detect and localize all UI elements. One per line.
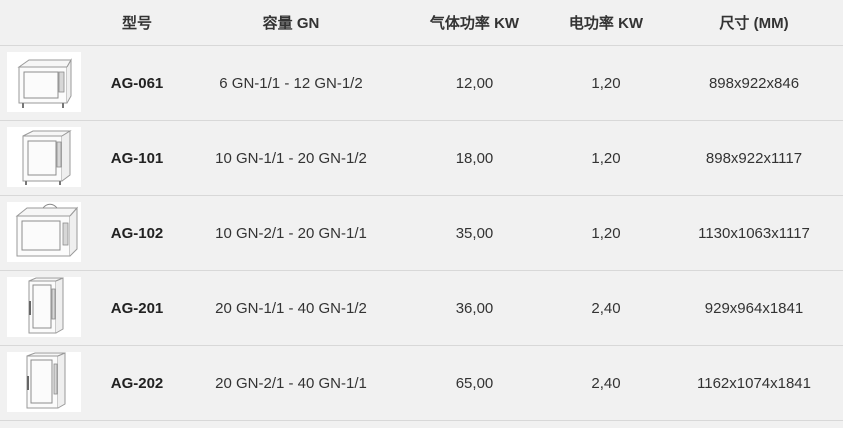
- table-row: AG-202 20 GN-2/1 - 40 GN-1/1 65,00 2,40 …: [0, 346, 843, 421]
- table-row: AG-201 20 GN-1/1 - 40 GN-1/2 36,00 2,40 …: [0, 271, 843, 346]
- model-cell: AG-202: [110, 374, 164, 392]
- image-column-header: [0, 0, 94, 45]
- dimensions-cell: 898x922x1117: [705, 149, 803, 167]
- electric-power-cell: 2,40: [591, 374, 621, 392]
- model-header: 型号: [121, 15, 152, 32]
- oven-icon: [26, 352, 66, 409]
- dimensions-cell: 1130x1063x1117: [698, 224, 810, 242]
- table-header: 型号 容量 GN 气体功率 KW 电功率 KW 尺寸 (MM): [0, 0, 843, 46]
- electric-power-cell: 1,20: [591, 149, 621, 167]
- dimensions-header: 尺寸 (MM): [719, 15, 789, 32]
- dimensions-cell: 929x964x1841: [704, 299, 804, 317]
- capacity-header: 容量 GN: [262, 15, 320, 32]
- oven-thumbnail: [7, 352, 81, 412]
- oven-thumbnail: [7, 277, 81, 337]
- electric-power-cell: 1,20: [591, 224, 621, 242]
- product-image-cell: [0, 46, 94, 120]
- table-row: AG-102 10 GN-2/1 - 20 GN-1/1 35,00 1,20 …: [0, 196, 843, 271]
- dimensions-cell: 1162x1074x1841: [697, 374, 811, 392]
- oven-thumbnail: [7, 202, 81, 262]
- table-row: AG-061 6 GN-1/1 - 12 GN-1/2 12,00 1,20 8…: [0, 46, 843, 121]
- gas-power-cell: 36,00: [455, 299, 494, 317]
- oven-icon: [22, 130, 72, 185]
- product-image-cell: [0, 346, 94, 420]
- gas-power-header: 气体功率 KW: [429, 15, 520, 32]
- product-image-cell: [0, 271, 94, 345]
- capacity-cell: 10 GN-1/1 - 20 GN-1/2: [215, 149, 367, 167]
- oven-icon: [28, 277, 64, 334]
- dimensions-cell: 898x922x846: [708, 74, 800, 92]
- electric-power-cell: 1,20: [591, 74, 621, 92]
- gas-power-cell: 18,00: [455, 149, 494, 167]
- oven-icon: [17, 58, 72, 108]
- oven-thumbnail: [7, 52, 81, 112]
- product-image-cell: [0, 196, 94, 270]
- gas-power-cell: 12,00: [455, 74, 494, 92]
- capacity-cell: 10 GN-2/1 - 20 GN-1/1: [215, 224, 367, 242]
- gas-power-cell: 65,00: [455, 374, 494, 392]
- oven-icon: [15, 203, 79, 257]
- oven-thumbnail: [7, 127, 81, 187]
- capacity-cell: 20 GN-1/1 - 40 GN-1/2: [215, 299, 367, 317]
- capacity-cell: 20 GN-2/1 - 40 GN-1/1: [215, 374, 367, 392]
- capacity-cell: 6 GN-1/1 - 12 GN-1/2: [219, 74, 363, 92]
- gas-power-cell: 35,00: [455, 224, 494, 242]
- electric-power-cell: 2,40: [591, 299, 621, 317]
- model-cell: AG-101: [110, 149, 164, 167]
- model-cell: AG-201: [110, 299, 164, 317]
- table-row: AG-101 10 GN-1/1 - 20 GN-1/2 18,00 1,20 …: [0, 121, 843, 196]
- model-cell: AG-061: [110, 74, 164, 92]
- product-image-cell: [0, 121, 94, 195]
- product-spec-table: 型号 容量 GN 气体功率 KW 电功率 KW 尺寸 (MM) AG-061 6…: [0, 0, 843, 428]
- electric-power-header: 电功率 KW: [568, 15, 644, 32]
- model-cell: AG-102: [110, 224, 164, 242]
